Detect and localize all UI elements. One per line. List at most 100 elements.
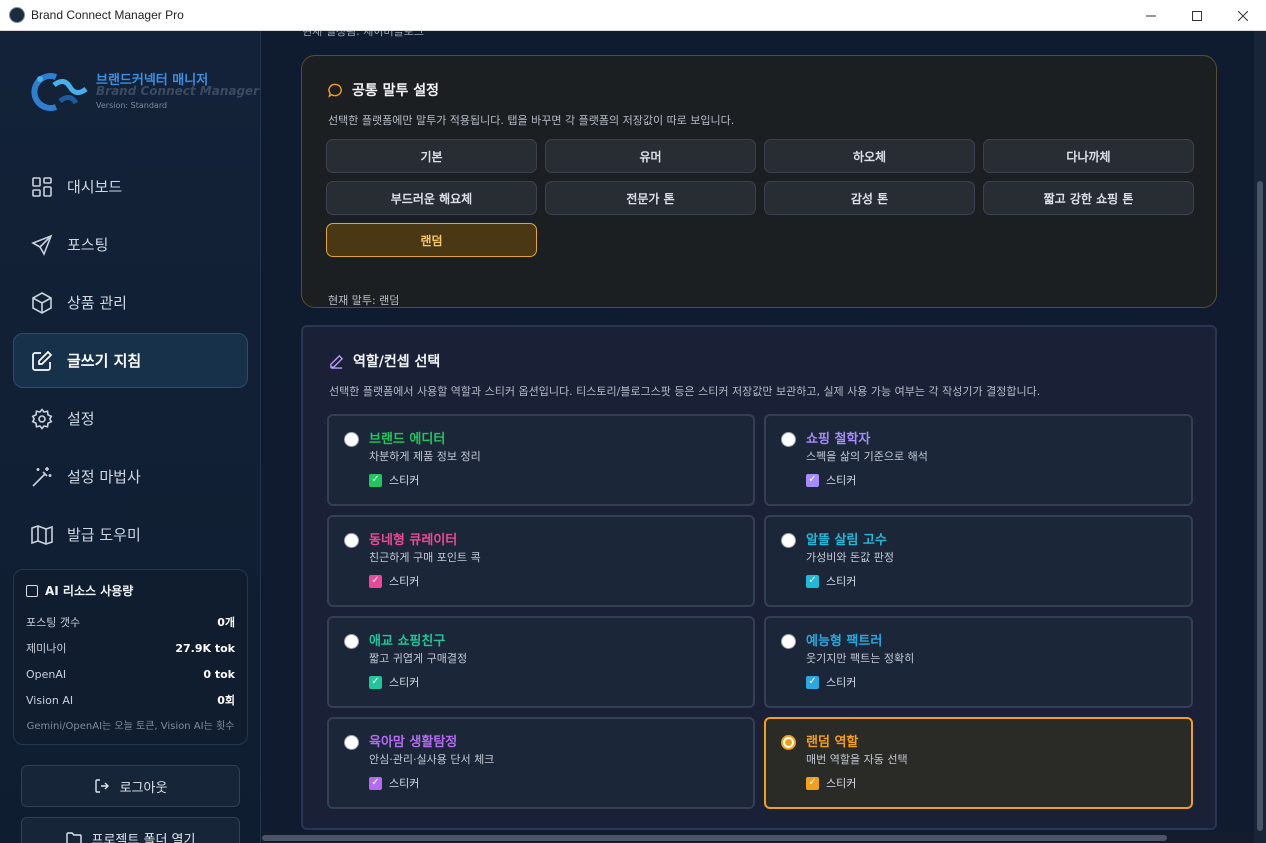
checkbox-checked-icon: ✓	[369, 776, 382, 790]
maximize-icon	[1192, 10, 1202, 21]
sticker-label: 스티커	[389, 676, 420, 689]
tone-option-soft-haeyo[interactable]: 부드러운 해요체	[326, 181, 537, 215]
role-name: 랜덤 역할	[806, 735, 859, 750]
send-icon	[31, 234, 53, 256]
edit-icon	[31, 350, 53, 372]
tone-option-expert[interactable]: 전문가 톤	[545, 181, 756, 215]
role-radio[interactable]	[781, 634, 796, 649]
logo-mark-icon	[31, 73, 88, 111]
scrollbar-thumb[interactable]	[262, 835, 1167, 841]
checkbox-checked-icon: ✓	[806, 574, 819, 588]
sidebar-item-label: 상품 관리	[67, 294, 127, 312]
gear-icon	[31, 407, 53, 430]
sidebar-item-dashboard[interactable]: 대시보드	[13, 159, 248, 214]
role-radio[interactable]	[344, 735, 359, 750]
sidebar: 브랜드커넥터 매니저 Brand Connect Manager Version…	[0, 31, 261, 843]
role-name: 육아맘 생활탐정	[369, 735, 458, 750]
checkbox-checked-icon: ✓	[806, 776, 819, 790]
role-desc: 차분하게 제품 정보 정리	[369, 450, 481, 463]
sticker-checkbox[interactable]: ✓ 스티커	[369, 775, 419, 791]
open-project-folder-button[interactable]: 프로젝트 폴더 열기	[21, 817, 240, 843]
role-option[interactable]: 예능형 팩트러 웃기지만 팩트는 정확히 ✓ 스티커	[764, 616, 1193, 708]
brand-name-en: Brand Connect Manager	[96, 84, 260, 98]
usage-value: 0 tok	[203, 667, 235, 681]
sticker-label: 스티커	[389, 777, 420, 790]
usage-title-text: AI 리소스 사용량	[45, 584, 134, 598]
role-option[interactable]: 브랜드 에디터 차분하게 제품 정보 정리 ✓ 스티커	[327, 414, 755, 506]
checkbox-checked-icon: ✓	[806, 675, 819, 689]
tone-option-emotional[interactable]: 감성 톤	[764, 181, 975, 215]
role-name: 알뜰 살림 고수	[806, 533, 887, 548]
main-content: 현재 설정됨: 제이버블로그 공통 말투 설정 선택한 플랫폼에만 말투가 적용…	[262, 31, 1266, 843]
sticker-checkbox[interactable]: ✓ 스티커	[369, 472, 419, 488]
sidebar-item-products[interactable]: 상품 관리	[13, 275, 248, 330]
tone-option-short-shopping[interactable]: 짧고 강한 쇼핑 톤	[983, 181, 1194, 215]
checkbox-checked-icon: ✓	[369, 675, 382, 689]
minimize-button[interactable]	[1128, 0, 1174, 31]
usage-row-vision: Vision AI 0회	[26, 687, 235, 713]
sticker-label: 스티커	[389, 474, 420, 487]
sidebar-item-setup-wizard[interactable]: 설정 마법사	[13, 449, 248, 504]
sticker-label: 스티커	[826, 575, 857, 588]
sidebar-item-label: 발급 도우미	[67, 526, 141, 544]
usage-value: 0회	[217, 694, 235, 707]
role-desc: 친근하게 구매 포인트 콕	[369, 551, 481, 564]
role-radio[interactable]	[344, 533, 359, 548]
vertical-scrollbar[interactable]	[1254, 31, 1266, 843]
role-desc: 가성비와 돈값 판정	[806, 551, 894, 564]
sidebar-item-posting[interactable]: 포스팅	[13, 217, 248, 272]
role-radio[interactable]	[781, 735, 796, 750]
horizontal-scrollbar[interactable]	[262, 832, 1254, 843]
sticker-checkbox[interactable]: ✓ 스티커	[806, 472, 856, 488]
role-desc: 매번 역할을 자동 선택	[806, 753, 908, 766]
role-option[interactable]: 랜덤 역할 매번 역할을 자동 선택 ✓ 스티커	[764, 717, 1193, 809]
tone-option-danakka[interactable]: 다나까체	[983, 139, 1194, 173]
sidebar-item-settings[interactable]: 설정	[13, 391, 248, 446]
role-description: 선택한 플랫폼에서 사용할 역할과 스티커 옵션입니다. 티스토리/블로그스팟 …	[329, 385, 1041, 398]
tone-option-random[interactable]: 랜덤	[326, 223, 537, 257]
app-icon	[9, 7, 25, 23]
tone-title-text: 공통 말투 설정	[352, 83, 440, 99]
ai-usage-panel: AI 리소스 사용량 포스팅 갯수 0개 제미나이 27.9K tok Open…	[13, 569, 248, 745]
role-radio[interactable]	[781, 533, 796, 548]
role-option[interactable]: 알뜰 살림 고수 가성비와 돈값 판정 ✓ 스티커	[764, 515, 1193, 607]
tone-description: 선택한 플랫폼에만 말투가 적용됩니다. 탭을 바꾸면 각 플랫폼의 저장값이 …	[328, 114, 735, 127]
checkbox-checked-icon: ✓	[806, 473, 819, 487]
box-icon	[31, 291, 53, 314]
sidebar-nav: 대시보드 포스팅 상품 관리 글쓰기 지침 설정 설정 마법사 발급 도우미	[13, 159, 248, 565]
role-option[interactable]: 쇼핑 철학자 스펙을 삶의 기준으로 해석 ✓ 스티커	[764, 414, 1193, 506]
role-title-text: 역할/컨셉 선택	[353, 354, 441, 370]
role-concept-card: 역할/컨셉 선택 선택한 플랫폼에서 사용할 역할과 스티커 옵션입니다. 티스…	[301, 325, 1217, 830]
scrollbar-thumb[interactable]	[1257, 181, 1263, 831]
current-tone-text: 현재 말투: 랜덤	[328, 294, 400, 307]
role-desc: 짧고 귀엽게 구매결정	[369, 652, 468, 665]
close-button[interactable]	[1220, 0, 1266, 31]
tone-option-hao[interactable]: 하오체	[764, 139, 975, 173]
role-radio[interactable]	[344, 634, 359, 649]
grid-icon	[31, 176, 53, 198]
tone-option-humor[interactable]: 유머	[545, 139, 756, 173]
tone-option-basic[interactable]: 기본	[326, 139, 537, 173]
usage-note: Gemini/OpenAI는 오늘 토큰, Vision AI는 횟수	[26, 721, 235, 732]
role-option[interactable]: 동네형 큐레이터 친근하게 구매 포인트 콕 ✓ 스티커	[327, 515, 755, 607]
sidebar-item-issue-helper[interactable]: 발급 도우미	[13, 507, 248, 562]
window-controls	[1128, 0, 1266, 31]
sticker-checkbox[interactable]: ✓ 스티커	[369, 573, 419, 589]
tone-settings-card: 공통 말투 설정 선택한 플랫폼에만 말투가 적용됩니다. 탭을 바꾸면 각 플…	[301, 55, 1217, 308]
sticker-checkbox[interactable]: ✓ 스티커	[806, 573, 856, 589]
sidebar-item-label: 글쓰기 지침	[67, 352, 142, 370]
maximize-button[interactable]	[1174, 0, 1220, 31]
role-option[interactable]: 애교 쇼핑친구 짧고 귀엽게 구매결정 ✓ 스티커	[327, 616, 755, 708]
sidebar-item-label: 대시보드	[67, 178, 123, 196]
sticker-checkbox[interactable]: ✓ 스티커	[806, 775, 856, 791]
sticker-checkbox[interactable]: ✓ 스티커	[369, 674, 419, 690]
logout-button[interactable]: 로그아웃	[21, 765, 240, 807]
role-option[interactable]: 육아맘 생활탐정 안심·관리·실사용 단서 체크 ✓ 스티커	[327, 717, 755, 809]
usage-row-posts: 포스팅 갯수 0개	[26, 609, 235, 635]
window-title: Brand Connect Manager Pro	[31, 8, 184, 22]
sidebar-item-writing-guide[interactable]: 글쓰기 지침	[13, 333, 248, 388]
role-radio[interactable]	[781, 432, 796, 447]
role-radio[interactable]	[344, 432, 359, 447]
sticker-checkbox[interactable]: ✓ 스티커	[806, 674, 856, 690]
role-options: 브랜드 에디터 차분하게 제품 정보 정리 ✓ 스티커 쇼핑 철학자 스펙을 삶의…	[327, 414, 1193, 809]
